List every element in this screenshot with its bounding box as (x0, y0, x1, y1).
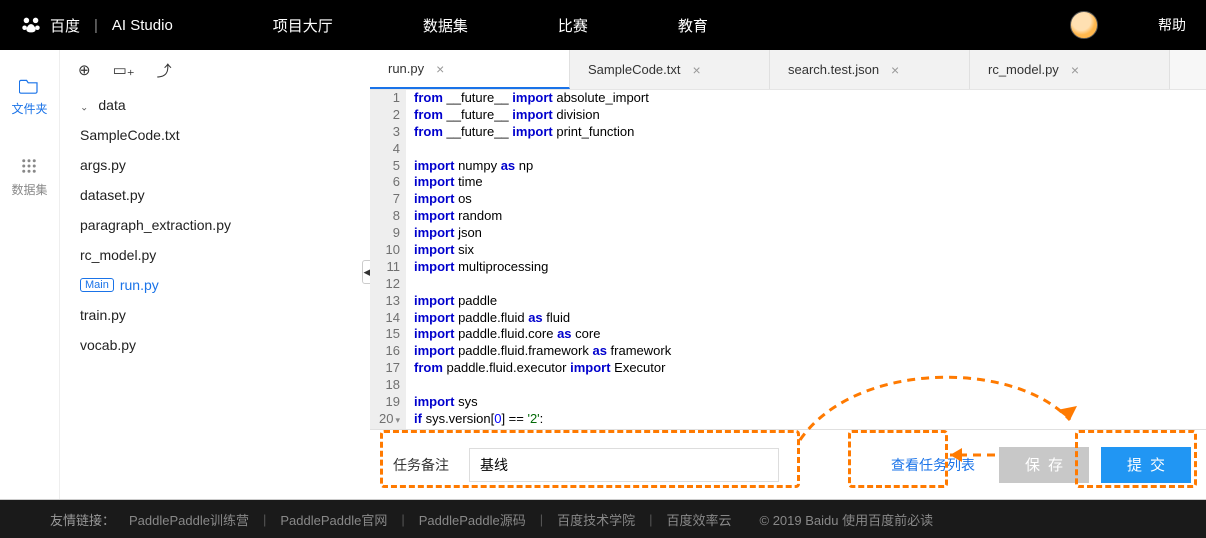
tree-file[interactable]: paragraph_extraction.py (60, 210, 370, 240)
footer-link[interactable]: 百度技术学院 (557, 510, 635, 529)
footer-copy: © 2019 Baidu 使用百度前必读 (760, 510, 934, 529)
close-icon[interactable]: × (436, 61, 444, 77)
tree-file[interactable]: dataset.py (60, 180, 370, 210)
submit-button[interactable]: 提交 (1101, 447, 1191, 483)
footer-link[interactable]: PaddlePaddle训练营 (129, 510, 249, 529)
editor-tabs: run.py× SampleCode.txt× search.test.json… (370, 50, 1206, 90)
top-nav: 项目大厅 数据集 比赛 教育 (273, 15, 708, 36)
top-navbar: 百度 | AI Studio 项目大厅 数据集 比赛 教育 帮助 (0, 0, 1206, 50)
tree-file-main[interactable]: Main run.py (60, 270, 370, 300)
tab-search-json[interactable]: search.test.json× (770, 50, 970, 89)
new-file-icon[interactable]: ⊕ (78, 61, 91, 79)
nav-projects[interactable]: 项目大厅 (273, 15, 333, 36)
baidu-logo-icon (20, 14, 42, 36)
file-tree: data SampleCode.txt args.py dataset.py p… (60, 90, 370, 499)
save-button[interactable]: 保存 (999, 447, 1089, 483)
left-icon-rail: 文件夹 数据集 (0, 50, 60, 499)
tab-rcmodel[interactable]: rc_model.py× (970, 50, 1170, 89)
footer-label: 友情链接： (50, 510, 115, 529)
editor-area: ◀ run.py× SampleCode.txt× search.test.js… (370, 50, 1206, 499)
tree-folder-data[interactable]: data (60, 90, 370, 120)
new-folder-icon[interactable]: ▭₊ (113, 61, 135, 79)
nav-competition[interactable]: 比赛 (558, 15, 588, 36)
nav-education[interactable]: 教育 (678, 15, 708, 36)
brand-text-right: AI Studio (112, 17, 173, 34)
close-icon[interactable]: × (1071, 62, 1079, 78)
tab-samplecode[interactable]: SampleCode.txt× (570, 50, 770, 89)
upload-icon[interactable]: ⤴ (157, 60, 172, 81)
tree-file[interactable]: args.py (60, 150, 370, 180)
tree-file[interactable]: vocab.py (60, 330, 370, 360)
brand: 百度 | AI Studio (20, 14, 173, 36)
task-bar: 任务备注 查看任务列表 保存 提交 (370, 429, 1206, 499)
footer-link[interactable]: PaddlePaddle官网 (280, 510, 387, 529)
dataset-icon (20, 157, 38, 175)
brand-text-left: 百度 (50, 15, 80, 36)
rail-dataset[interactable]: 数据集 (11, 157, 47, 198)
tab-run-py[interactable]: run.py× (370, 50, 570, 89)
rail-files[interactable]: 文件夹 (11, 78, 47, 117)
view-task-list-link[interactable]: 查看任务列表 (879, 455, 987, 475)
close-icon[interactable]: × (693, 62, 701, 78)
code-editor[interactable]: 1from __future__ import absolute_import2… (370, 90, 1206, 429)
footer: 友情链接： PaddlePaddle训练营| PaddlePaddle官网| P… (0, 500, 1206, 538)
help-link[interactable]: 帮助 (1158, 15, 1186, 35)
main-badge: Main (80, 278, 114, 292)
tree-file[interactable]: train.py (60, 300, 370, 330)
file-sidebar: ⊕ ▭₊ ⤴ data SampleCode.txt args.py datas… (60, 50, 370, 499)
sidebar-toolbar: ⊕ ▭₊ ⤴ (60, 50, 370, 90)
tree-file[interactable]: SampleCode.txt (60, 120, 370, 150)
footer-link[interactable]: PaddlePaddle源码 (419, 510, 526, 529)
task-note-label: 任务备注 (385, 455, 457, 475)
avatar[interactable] (1070, 11, 1098, 39)
task-note-input[interactable] (469, 448, 779, 482)
tree-file[interactable]: rc_model.py (60, 240, 370, 270)
folder-icon (19, 78, 39, 94)
nav-datasets[interactable]: 数据集 (423, 15, 468, 36)
close-icon[interactable]: × (891, 62, 899, 78)
footer-link[interactable]: 百度效率云 (667, 510, 732, 529)
